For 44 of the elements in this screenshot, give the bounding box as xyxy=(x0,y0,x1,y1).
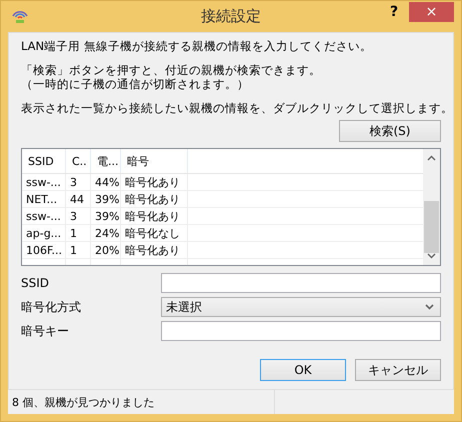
table-cell: ap-g... xyxy=(22,225,66,241)
field-label: SSID xyxy=(21,276,50,290)
instruction-text: （一時的に子機の通信が切断されます。） xyxy=(21,77,250,91)
table-cell: 3 xyxy=(66,208,91,224)
scroll-up-icon[interactable] xyxy=(427,155,436,161)
table-cell: 3 xyxy=(66,174,91,190)
column-header[interactable]: 暗号 xyxy=(121,149,188,173)
search-button[interactable]: 検索(S) xyxy=(339,120,441,142)
column-header[interactable]: SSID xyxy=(22,149,66,173)
table-cell: 39% xyxy=(91,191,121,207)
table-cell: 暗号化あり xyxy=(121,174,188,190)
table-cell: 暗号化あり xyxy=(121,208,188,224)
status-text: 8 個、親機が見つかりました xyxy=(8,390,275,414)
column-header[interactable]: 電... xyxy=(91,149,121,173)
table-cell: NET... xyxy=(22,191,66,207)
table-cell: 1 xyxy=(66,225,91,241)
table-cell: 44% xyxy=(91,174,121,190)
table-cell: 暗号化なし xyxy=(121,225,188,241)
window-title: 接続設定 xyxy=(200,7,262,26)
help-button[interactable]: ? xyxy=(379,2,409,22)
table-cell: ssw-... xyxy=(22,208,66,224)
table-cell: ssw-... xyxy=(22,174,66,190)
input-field[interactable] xyxy=(161,321,441,341)
instruction-text: LAN端子用 無線子機が接続する親機の情報を入力してください。 xyxy=(21,39,373,53)
chevron-down-icon xyxy=(425,304,434,310)
column-header[interactable]: C.. xyxy=(66,149,91,173)
close-button[interactable]: × xyxy=(409,2,454,22)
dropdown[interactable]: 未選択 xyxy=(161,297,441,317)
table-cell: 106F... xyxy=(22,242,66,258)
table-cell: 20% xyxy=(91,242,121,258)
cancel-button[interactable]: キャンセル xyxy=(355,359,441,381)
field-label: 暗号キー xyxy=(21,322,70,340)
table-cell: 暗号化あり xyxy=(121,191,188,207)
instruction-text: 「検索」ボタンを押すと、付近の親機が検索できます。 xyxy=(21,63,322,77)
scroll-down-icon[interactable] xyxy=(427,253,436,259)
table-cell: 暗号化あり xyxy=(121,242,188,258)
table-cell: 1 xyxy=(66,242,91,258)
ok-button[interactable]: OK xyxy=(260,359,346,381)
table-cell: 39% xyxy=(91,208,121,224)
scrollbar-thumb[interactable] xyxy=(424,201,439,253)
input-field[interactable] xyxy=(161,273,441,293)
field-label: 暗号化方式 xyxy=(21,298,82,316)
table-cell: 44 xyxy=(66,191,91,207)
table-cell: 24% xyxy=(91,225,121,241)
